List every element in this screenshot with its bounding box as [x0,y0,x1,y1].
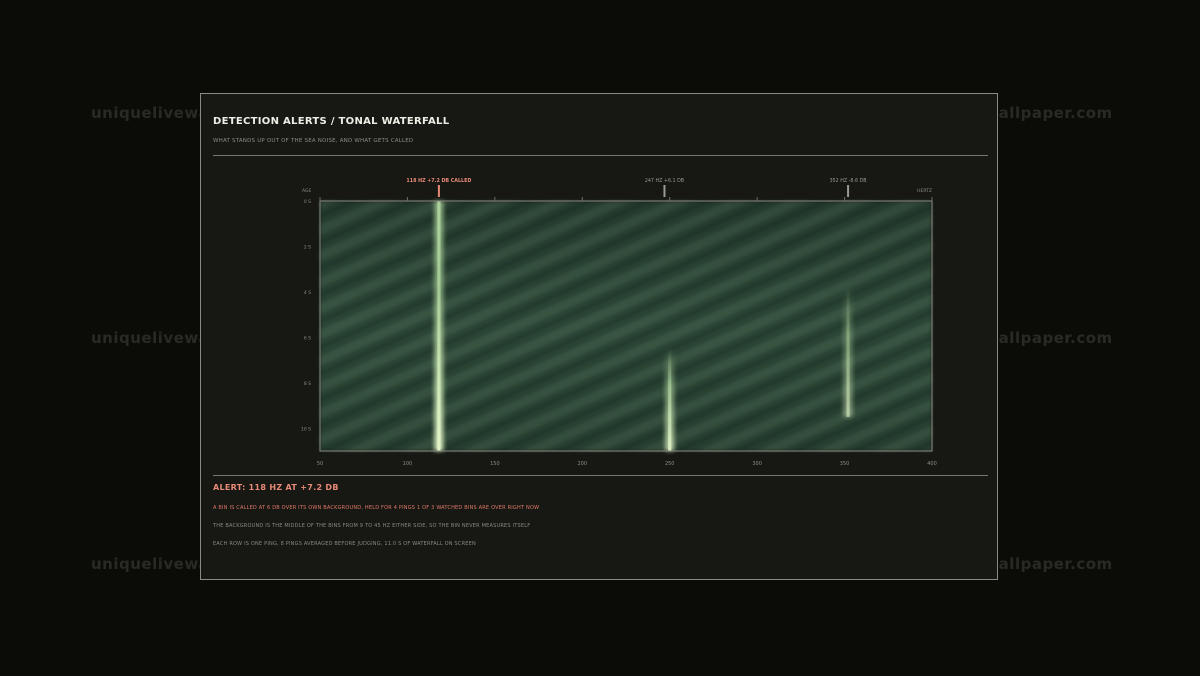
bin-marker-247 [663,185,666,197]
x-axis-label: HERTZ [917,188,932,194]
bin-marker-label: 352 HZ -8.6 DB [830,178,867,184]
bin-marker-352 [847,185,850,197]
x-tick-label: 350 [840,461,850,467]
alert-title: ALERT: 118 HZ AT +7.2 DB [213,483,339,492]
y-tick-label: 2 S [304,244,311,250]
bin-marker-118 [437,185,440,197]
x-tick-label: 200 [578,461,588,467]
x-tick-label: 300 [752,461,762,467]
bin-marker-label: 247 HZ +6.1 DB [645,178,684,184]
y-tick-label: 10 S [301,426,311,432]
tonal-line-250 [668,348,672,451]
y-tick-label: 0 S [304,199,311,205]
x-tick-label: 400 [927,461,937,467]
tonal-waterfall-chart: 118 HZ +7.2 DB CALLED 247 HZ +6.1 DB 352 H… [301,178,937,467]
alert-rule-note: A BIN IS CALLED AT 6 DB OVER ITS OWN BAC… [213,505,540,511]
ping-note: EACH ROW IS ONE PING, 8 PINGS AVERAGED B… [213,541,476,547]
x-tick-label: 250 [665,461,675,467]
tonal-line-352 [846,287,850,417]
y-tick-label: 8 S [304,381,311,387]
x-tick-label: 150 [490,461,500,467]
x-tick-label: 50 [317,461,323,467]
chart-divider [213,475,988,476]
tonal-line-118 [437,201,441,451]
background-note: THE BACKGROUND IS THE MIDDLE OF THE BINS… [213,523,531,529]
waterfall-shade [320,201,932,451]
bin-marker-label: 118 HZ +7.2 DB CALLED [406,178,471,184]
alert-panel: DETECTION ALERTS / TONAL WATERFALL WHAT … [200,93,998,580]
y-tick-label: 4 S [304,290,311,296]
x-tick-label: 100 [403,461,413,467]
y-tick-label: 6 S [304,335,311,341]
y-axis-label: AGE [302,188,311,194]
